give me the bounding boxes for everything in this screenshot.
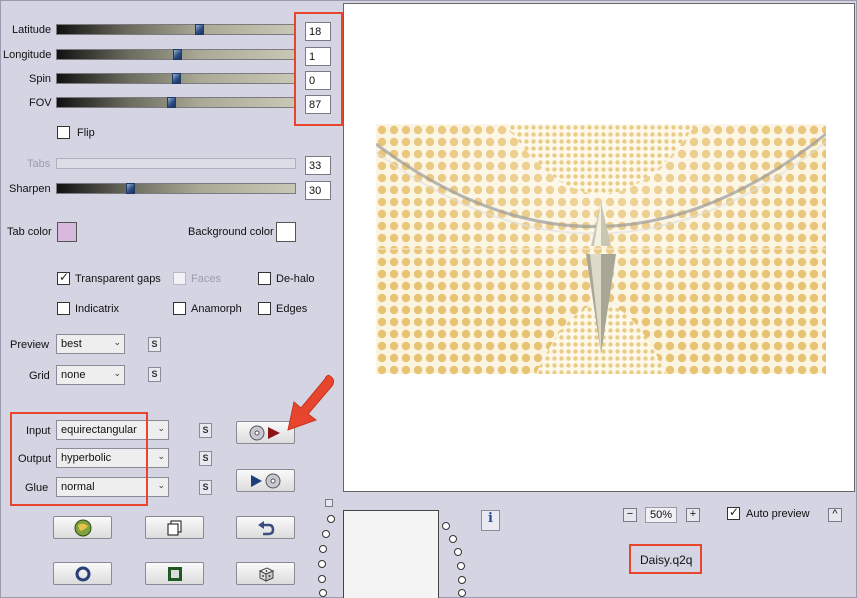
orbit-dot[interactable]: [457, 562, 465, 570]
filename-label: Daisy.q2q: [629, 544, 702, 574]
globe-icon: [74, 519, 91, 536]
longitude-label: Longitude: [3, 49, 52, 61]
spin-slider-thumb[interactable]: [172, 73, 181, 84]
spin-slider[interactable]: [56, 73, 296, 84]
orbit-dot[interactable]: [319, 545, 327, 553]
latitude-slider[interactable]: [56, 24, 296, 35]
ring-icon: [75, 566, 90, 581]
orbit-dot[interactable]: [454, 548, 462, 556]
sharpen-label: Sharpen: [9, 183, 51, 195]
dehalo-checkbox[interactable]: [258, 272, 271, 285]
orbit-dot[interactable]: [449, 535, 457, 543]
check-icon: ✓: [729, 505, 740, 519]
thumbnail-resize-handle[interactable]: [325, 499, 333, 507]
preview-image: [376, 124, 826, 374]
tabs-label: Tabs: [27, 158, 51, 170]
preview-canvas[interactable]: [343, 3, 855, 492]
play-to-disc-button[interactable]: [236, 469, 295, 492]
info-button[interactable]: i: [481, 510, 500, 531]
background-color-label: Background color: [188, 226, 274, 238]
auto-preview-checkbox[interactable]: ✓: [727, 505, 740, 520]
latitude-slider-thumb[interactable]: [195, 24, 204, 35]
preview-select[interactable]: best ⌄: [56, 334, 125, 354]
dice-button[interactable]: [236, 562, 295, 585]
orbit-dot[interactable]: [319, 589, 327, 597]
sharpen-slider[interactable]: [56, 183, 296, 194]
thumbnail-panel[interactable]: [343, 510, 439, 598]
grid-s-button[interactable]: S: [148, 367, 161, 382]
zoom-out-button[interactable]: −: [623, 508, 637, 522]
dice-icon: [258, 566, 274, 582]
orbit-dot[interactable]: [318, 575, 326, 583]
globe-button[interactable]: [53, 516, 112, 539]
preview-s-button[interactable]: S: [148, 337, 161, 352]
info-icon: i: [488, 511, 493, 526]
grid-select-value: none: [61, 369, 86, 381]
tabs-value[interactable]: 33: [305, 156, 331, 175]
tab-color-label: Tab color: [7, 226, 52, 238]
indicatrix-checkbox[interactable]: [57, 302, 70, 315]
anamorph-label: Anamorph: [191, 303, 242, 315]
grid-select[interactable]: none ⌄: [56, 365, 125, 385]
fov-slider[interactable]: [56, 97, 296, 108]
latitude-label: Latitude: [12, 24, 52, 36]
faces-label: Faces: [191, 273, 221, 285]
indicatrix-label: Indicatrix: [75, 303, 120, 315]
input-s-button[interactable]: S: [199, 423, 212, 438]
disc-to-play-icon: [249, 425, 280, 440]
edges-label: Edges: [276, 303, 308, 315]
tab-color-swatch[interactable]: [57, 222, 77, 242]
dehalo-label: De-halo: [276, 273, 315, 285]
copy-button[interactable]: [145, 516, 204, 539]
orbit-dot[interactable]: [458, 576, 466, 584]
projection-highlight-box: [10, 412, 148, 506]
undo-icon: [257, 520, 274, 535]
values-highlight-box: [294, 12, 343, 126]
square-icon: [167, 566, 182, 581]
fov-label: FOV: [29, 97, 52, 109]
red-arrow-icon: [287, 374, 335, 431]
grid-label: Grid: [29, 370, 50, 382]
longitude-slider-thumb[interactable]: [173, 49, 182, 60]
auto-preview-label: Auto preview: [746, 508, 810, 520]
orbit-dot[interactable]: [322, 530, 330, 538]
orbit-dot[interactable]: [442, 522, 450, 530]
zoom-in-button[interactable]: +: [686, 508, 700, 522]
preview-label: Preview: [10, 339, 50, 351]
edges-checkbox[interactable]: [258, 302, 271, 315]
check-icon: ✓: [59, 270, 70, 284]
chevron-down-icon: ⌄: [157, 423, 165, 433]
fov-slider-thumb[interactable]: [167, 97, 176, 108]
background-color-swatch[interactable]: [276, 222, 296, 242]
anamorph-checkbox[interactable]: [173, 302, 186, 315]
sharpen-value[interactable]: 30: [305, 181, 331, 200]
orbit-dot[interactable]: [318, 560, 326, 568]
transparent-gaps-label: Transparent gaps: [75, 273, 161, 285]
orbit-dot[interactable]: [327, 515, 335, 523]
zoom-level[interactable]: 50%: [645, 507, 677, 523]
flip-checkbox[interactable]: [57, 126, 70, 139]
spin-label: Spin: [29, 73, 52, 85]
undo-button[interactable]: [236, 516, 295, 539]
chevron-down-icon: ⌄: [157, 480, 165, 490]
chevron-down-icon: ⌄: [157, 451, 165, 461]
output-s-button[interactable]: S: [199, 451, 212, 466]
preview-select-value: best: [61, 338, 82, 350]
flip-label: Flip: [77, 127, 95, 139]
chevron-down-icon: ⌄: [113, 368, 121, 378]
orbit-dot[interactable]: [458, 589, 466, 597]
copy-icon: [167, 520, 181, 535]
collapse-button[interactable]: ^: [828, 508, 842, 522]
play-to-disc-icon: [250, 473, 280, 488]
ring-button[interactable]: [53, 562, 112, 585]
transparent-gaps-checkbox[interactable]: ✓: [57, 270, 70, 285]
longitude-slider[interactable]: [56, 49, 296, 60]
square-button[interactable]: [145, 562, 204, 585]
faces-checkbox: [173, 272, 186, 285]
sharpen-slider-thumb[interactable]: [126, 183, 135, 194]
chevron-down-icon: ⌄: [113, 337, 121, 347]
tabs-slider: [56, 158, 296, 169]
glue-s-button[interactable]: S: [199, 480, 212, 495]
